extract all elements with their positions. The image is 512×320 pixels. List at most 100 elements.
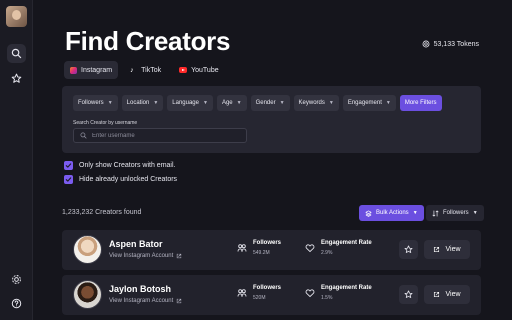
external-link-icon [177, 253, 182, 259]
token-count: 53,133 Tokens [433, 40, 479, 48]
view-instagram-link[interactable]: View Instagram Account [109, 298, 182, 304]
sort-label: Followers [443, 210, 469, 216]
tab-youtube[interactable]: YouTube [173, 61, 225, 79]
youtube-icon [179, 67, 188, 73]
filter-label: Location [126, 100, 150, 106]
sort-dropdown[interactable]: Followers ▼ [426, 205, 484, 221]
filter-age[interactable]: Age ▼ [216, 95, 247, 111]
filter-label: Language [172, 100, 199, 106]
filter-panel: Followers ▼ Location ▼ Language ▼ Age ▼ Gend… [62, 86, 481, 153]
creator-avatar [73, 280, 102, 309]
more-filters-button[interactable]: More Filters [399, 95, 442, 111]
chevron-down-icon: ▼ [412, 210, 418, 216]
engagement-label: Engagement Rate [321, 285, 372, 291]
followers-value: 549.2M [253, 250, 270, 256]
filter-location[interactable]: Location ▼ [121, 95, 164, 111]
chevron-down-icon: ▼ [202, 100, 208, 106]
bulk-actions-button[interactable]: Bulk Actions ▼ [359, 205, 424, 221]
star-icon [404, 290, 413, 298]
external-link-icon [434, 291, 440, 298]
settings-nav-button[interactable] [7, 270, 26, 289]
filter-label: Gender [255, 100, 276, 106]
tiktok-icon: ♪ [130, 66, 134, 74]
tab-label: Instagram [81, 66, 113, 74]
token-balance: 53,133 Tokens [422, 40, 479, 48]
chevron-down-icon: ▼ [472, 210, 478, 216]
creator-name: Jaylon Botosh [109, 284, 172, 294]
chevron-down-icon: ▼ [385, 100, 391, 106]
page-title: Find Creators [65, 26, 231, 56]
chevron-down-icon: ▼ [153, 100, 159, 106]
view-creator-button[interactable]: View [424, 240, 470, 259]
users-icon [237, 244, 247, 252]
platform-tabs: Instagram ♪ TikTok YouTube [64, 61, 225, 79]
heart-icon [305, 289, 315, 298]
username-search-field [73, 128, 247, 143]
search-icon [11, 48, 22, 59]
filter-label: Engagement [347, 100, 382, 106]
engagement-stat: Engagement Rate 1.5% [305, 285, 372, 301]
search-label: Search Creator by username [73, 120, 138, 126]
layers-icon [365, 210, 372, 217]
main-content: Find Creators 53,133 Tokens Instagram ♪ … [33, 0, 512, 320]
username-search-input[interactable] [92, 132, 242, 139]
engagement-value: 1.5% [321, 295, 333, 301]
external-link-icon [177, 298, 182, 304]
filter-bar: Followers ▼ Location ▼ Language ▼ Age ▼ Gend… [73, 95, 442, 111]
hide-unlocked-checkbox[interactable] [64, 175, 73, 184]
favorite-button[interactable] [399, 240, 418, 259]
followers-label: Followers [253, 285, 282, 291]
filter-language[interactable]: Language ▼ [167, 95, 213, 111]
followers-stat: Followers 549.2M [237, 240, 281, 256]
more-filters-label: More Filters [404, 100, 437, 106]
hide-unlocked-option[interactable]: Hide already unlocked Creators [64, 175, 177, 184]
favorite-button[interactable] [399, 285, 418, 304]
tab-tiktok[interactable]: ♪ TikTok [124, 61, 167, 79]
view-instagram-link[interactable]: View Instagram Account [109, 253, 182, 259]
search-nav-button[interactable] [7, 44, 26, 63]
external-link-icon [434, 246, 440, 253]
email-only-checkbox[interactable] [64, 161, 73, 170]
chevron-down-icon: ▼ [107, 100, 113, 106]
view-label: View [445, 291, 461, 298]
tab-label: YouTube [191, 66, 219, 74]
star-icon [11, 73, 22, 83]
help-nav-button[interactable] [7, 294, 26, 313]
creator-avatar [73, 235, 102, 264]
email-only-option[interactable]: Only show Creators with email. [64, 161, 175, 170]
view-instagram-label: View Instagram Account [109, 298, 174, 304]
check-icon [65, 177, 72, 182]
help-icon [11, 298, 22, 309]
filter-engagement[interactable]: Engagement ▼ [342, 95, 396, 111]
chevron-down-icon: ▼ [279, 100, 285, 106]
tab-label: TikTok [141, 66, 162, 74]
creator-name: Aspen Bator [109, 239, 163, 249]
filter-gender[interactable]: Gender ▼ [250, 95, 290, 111]
favorites-nav-button[interactable] [7, 69, 26, 88]
sort-icon [432, 210, 439, 216]
chevron-down-icon: ▼ [328, 100, 334, 106]
chevron-down-icon: ▼ [236, 100, 242, 106]
check-icon [65, 163, 72, 168]
filter-followers[interactable]: Followers ▼ [73, 95, 118, 111]
view-instagram-label: View Instagram Account [109, 253, 174, 259]
followers-value: 520M [253, 295, 266, 301]
filter-keywords[interactable]: Keywords ▼ [293, 95, 339, 111]
user-avatar[interactable] [6, 6, 27, 27]
users-icon [237, 289, 247, 297]
heart-icon [305, 244, 315, 253]
hide-unlocked-label: Hide already unlocked Creators [79, 176, 178, 183]
gear-icon [12, 275, 21, 284]
engagement-stat: Engagement Rate 2.9% [305, 240, 372, 256]
token-icon [422, 40, 430, 48]
view-creator-button[interactable]: View [424, 285, 470, 304]
results-count: 1,233,232 Creators found [62, 209, 142, 216]
email-only-label: Only show Creators with email. [79, 162, 176, 169]
star-icon [404, 245, 413, 253]
filter-label: Age [221, 100, 233, 106]
tab-instagram[interactable]: Instagram [64, 61, 119, 79]
instagram-icon [70, 66, 77, 74]
creator-card: Aspen Bator View Instagram Account Follo… [62, 230, 481, 270]
engagement-value: 2.9% [321, 250, 333, 256]
bulk-actions-label: Bulk Actions [376, 210, 409, 216]
